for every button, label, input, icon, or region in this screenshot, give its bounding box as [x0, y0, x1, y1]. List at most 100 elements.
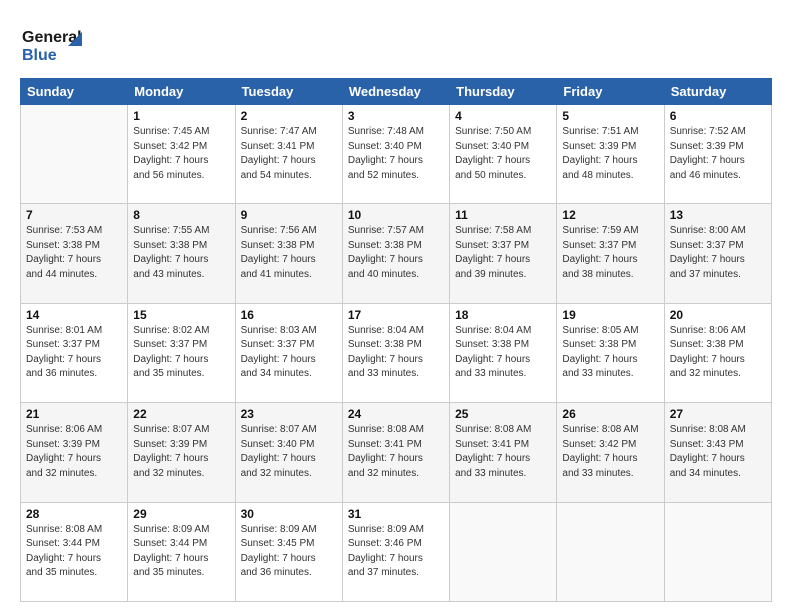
day-number: 8	[133, 208, 229, 222]
logo-icon: General Blue	[20, 18, 90, 68]
calendar-cell: 27Sunrise: 8:08 AM Sunset: 3:43 PM Dayli…	[664, 403, 771, 502]
day-info: Sunrise: 8:09 AM Sunset: 3:44 PM Dayligh…	[133, 523, 229, 581]
day-info: Sunrise: 7:53 AM Sunset: 3:38 PM Dayligh…	[26, 224, 122, 282]
calendar-cell: 13 Sunrise: 8:00 AM Sunset: 3:37 PM Dayli…	[664, 204, 771, 303]
col-header-saturday: Saturday	[664, 79, 771, 105]
day-info: Sunrise: 8:08 AM Sunset: 3:44 PM Dayligh…	[26, 523, 122, 581]
day-number: 26	[562, 407, 658, 421]
calendar-cell	[557, 502, 664, 601]
calendar-cell: 23 Sunrise: 8:07 AM Sunset: 3:40 PM Dayli…	[235, 403, 342, 502]
calendar-cell: 6 Sunrise: 7:52 AM Sunset: 3:39 PM Daylig…	[664, 105, 771, 204]
day-info: Sunrise: 7:52 AM Sunset: 3:39 PM Dayligh…	[670, 125, 766, 183]
day-info: Sunrise: 8:06 AM Sunset: 3:38 PM Dayligh…	[670, 324, 766, 382]
day-info: Sunrise: 8:08 AM Sunset: 3:41 PM Dayligh…	[348, 423, 444, 481]
calendar-cell: 22 Sunrise: 8:07 AM Sunset: 3:39 PM Dayli…	[128, 403, 235, 502]
day-info: Sunrise: 8:05 AM Sunset: 3:38 PM Dayligh…	[562, 324, 658, 382]
calendar-week-row: 21 Sunrise: 8:06 AM Sunset: 3:39 PM Dayli…	[21, 403, 772, 502]
col-header-tuesday: Tuesday	[235, 79, 342, 105]
calendar-cell: 29 Sunrise: 8:09 AM Sunset: 3:44 PM Dayli…	[128, 502, 235, 601]
day-number: 13	[670, 208, 766, 222]
svg-text:Blue: Blue	[22, 47, 57, 64]
day-number: 21	[26, 407, 122, 421]
calendar-week-row: 1 Sunrise: 7:45 AM Sunset: 3:42 PM Daylig…	[21, 105, 772, 204]
day-number: 15	[133, 308, 229, 322]
day-info: Sunrise: 7:45 AM Sunset: 3:42 PM Dayligh…	[133, 125, 229, 183]
day-number: 24	[348, 407, 444, 421]
calendar-cell: 16Sunrise: 8:03 AM Sunset: 3:37 PM Dayli…	[235, 303, 342, 402]
col-header-thursday: Thursday	[450, 79, 557, 105]
day-number: 19	[562, 308, 658, 322]
day-info: Sunrise: 7:59 AM Sunset: 3:37 PM Dayligh…	[562, 224, 658, 282]
day-number: 31	[348, 507, 444, 521]
calendar-cell: 18 Sunrise: 8:04 AM Sunset: 3:38 PM Dayli…	[450, 303, 557, 402]
calendar-header-row: SundayMondayTuesdayWednesdayThursdayFrid…	[21, 79, 772, 105]
calendar-cell: 8 Sunrise: 7:55 AM Sunset: 3:38 PM Daylig…	[128, 204, 235, 303]
col-header-wednesday: Wednesday	[342, 79, 449, 105]
day-number: 22	[133, 407, 229, 421]
day-number: 5	[562, 109, 658, 123]
day-number: 18	[455, 308, 551, 322]
day-number: 16	[241, 308, 337, 322]
calendar-cell: 11 Sunrise: 7:58 AM Sunset: 3:37 PM Dayli…	[450, 204, 557, 303]
col-header-monday: Monday	[128, 79, 235, 105]
day-number: 17	[348, 308, 444, 322]
calendar-cell: 2 Sunrise: 7:47 AM Sunset: 3:41 PM Daylig…	[235, 105, 342, 204]
calendar-cell: 21 Sunrise: 8:06 AM Sunset: 3:39 PM Dayli…	[21, 403, 128, 502]
day-info: Sunrise: 7:55 AM Sunset: 3:38 PM Dayligh…	[133, 224, 229, 282]
day-number: 7	[26, 208, 122, 222]
day-info: Sunrise: 8:08 AM Sunset: 3:41 PM Dayligh…	[455, 423, 551, 481]
day-info: Sunrise: 7:50 AM Sunset: 3:40 PM Dayligh…	[455, 125, 551, 183]
calendar-cell: 12 Sunrise: 7:59 AM Sunset: 3:37 PM Dayli…	[557, 204, 664, 303]
calendar-cell: 31 Sunrise: 8:09 AM Sunset: 3:46 PM Dayli…	[342, 502, 449, 601]
day-info: Sunrise: 8:08 AM Sunset: 3:43 PM Dayligh…	[670, 423, 766, 481]
day-info: Sunrise: 8:02 AM Sunset: 3:37 PM Dayligh…	[133, 324, 229, 382]
day-info: Sunrise: 8:00 AM Sunset: 3:37 PM Dayligh…	[670, 224, 766, 282]
calendar-cell: 19 Sunrise: 8:05 AM Sunset: 3:38 PM Dayli…	[557, 303, 664, 402]
day-info: Sunrise: 8:07 AM Sunset: 3:39 PM Dayligh…	[133, 423, 229, 481]
calendar-cell	[450, 502, 557, 601]
calendar-cell: 25 Sunrise: 8:08 AM Sunset: 3:41 PM Dayli…	[450, 403, 557, 502]
calendar-table: SundayMondayTuesdayWednesdayThursdayFrid…	[20, 78, 772, 602]
day-info: Sunrise: 8:07 AM Sunset: 3:40 PM Dayligh…	[241, 423, 337, 481]
col-header-friday: Friday	[557, 79, 664, 105]
day-number: 3	[348, 109, 444, 123]
day-info: Sunrise: 8:04 AM Sunset: 3:38 PM Dayligh…	[348, 324, 444, 382]
calendar-cell: 20 Sunrise: 8:06 AM Sunset: 3:38 PM Dayli…	[664, 303, 771, 402]
day-number: 25	[455, 407, 551, 421]
calendar-cell: 7 Sunrise: 7:53 AM Sunset: 3:38 PM Daylig…	[21, 204, 128, 303]
calendar-cell: 5Sunrise: 7:51 AM Sunset: 3:39 PM Daylig…	[557, 105, 664, 204]
calendar-week-row: 14Sunrise: 8:01 AM Sunset: 3:37 PM Dayli…	[21, 303, 772, 402]
calendar-cell: 15 Sunrise: 8:02 AM Sunset: 3:37 PM Dayli…	[128, 303, 235, 402]
calendar-cell: 4Sunrise: 7:50 AM Sunset: 3:40 PM Daylig…	[450, 105, 557, 204]
day-number: 20	[670, 308, 766, 322]
day-info: Sunrise: 7:56 AM Sunset: 3:38 PM Dayligh…	[241, 224, 337, 282]
calendar-cell: 24 Sunrise: 8:08 AM Sunset: 3:41 PM Dayli…	[342, 403, 449, 502]
day-info: Sunrise: 7:48 AM Sunset: 3:40 PM Dayligh…	[348, 125, 444, 183]
calendar-cell: 17 Sunrise: 8:04 AM Sunset: 3:38 PM Dayli…	[342, 303, 449, 402]
day-info: Sunrise: 7:58 AM Sunset: 3:37 PM Dayligh…	[455, 224, 551, 282]
day-info: Sunrise: 8:06 AM Sunset: 3:39 PM Dayligh…	[26, 423, 122, 481]
day-number: 29	[133, 507, 229, 521]
page: General Blue SundayMondayTuesdayWednesda…	[0, 0, 792, 612]
day-info: Sunrise: 8:04 AM Sunset: 3:38 PM Dayligh…	[455, 324, 551, 382]
col-header-sunday: Sunday	[21, 79, 128, 105]
day-number: 10	[348, 208, 444, 222]
day-number: 6	[670, 109, 766, 123]
day-number: 11	[455, 208, 551, 222]
day-number: 9	[241, 208, 337, 222]
day-number: 28	[26, 507, 122, 521]
day-number: 2	[241, 109, 337, 123]
calendar-cell: 30Sunrise: 8:09 AM Sunset: 3:45 PM Dayli…	[235, 502, 342, 601]
calendar-cell	[21, 105, 128, 204]
day-info: Sunrise: 8:09 AM Sunset: 3:46 PM Dayligh…	[348, 523, 444, 581]
calendar-cell	[664, 502, 771, 601]
day-number: 1	[133, 109, 229, 123]
day-info: Sunrise: 7:47 AM Sunset: 3:41 PM Dayligh…	[241, 125, 337, 183]
day-info: Sunrise: 7:57 AM Sunset: 3:38 PM Dayligh…	[348, 224, 444, 282]
header: General Blue	[20, 18, 772, 68]
day-number: 30	[241, 507, 337, 521]
day-number: 12	[562, 208, 658, 222]
day-number: 23	[241, 407, 337, 421]
day-info: Sunrise: 8:08 AM Sunset: 3:42 PM Dayligh…	[562, 423, 658, 481]
calendar-cell: 9 Sunrise: 7:56 AM Sunset: 3:38 PM Daylig…	[235, 204, 342, 303]
